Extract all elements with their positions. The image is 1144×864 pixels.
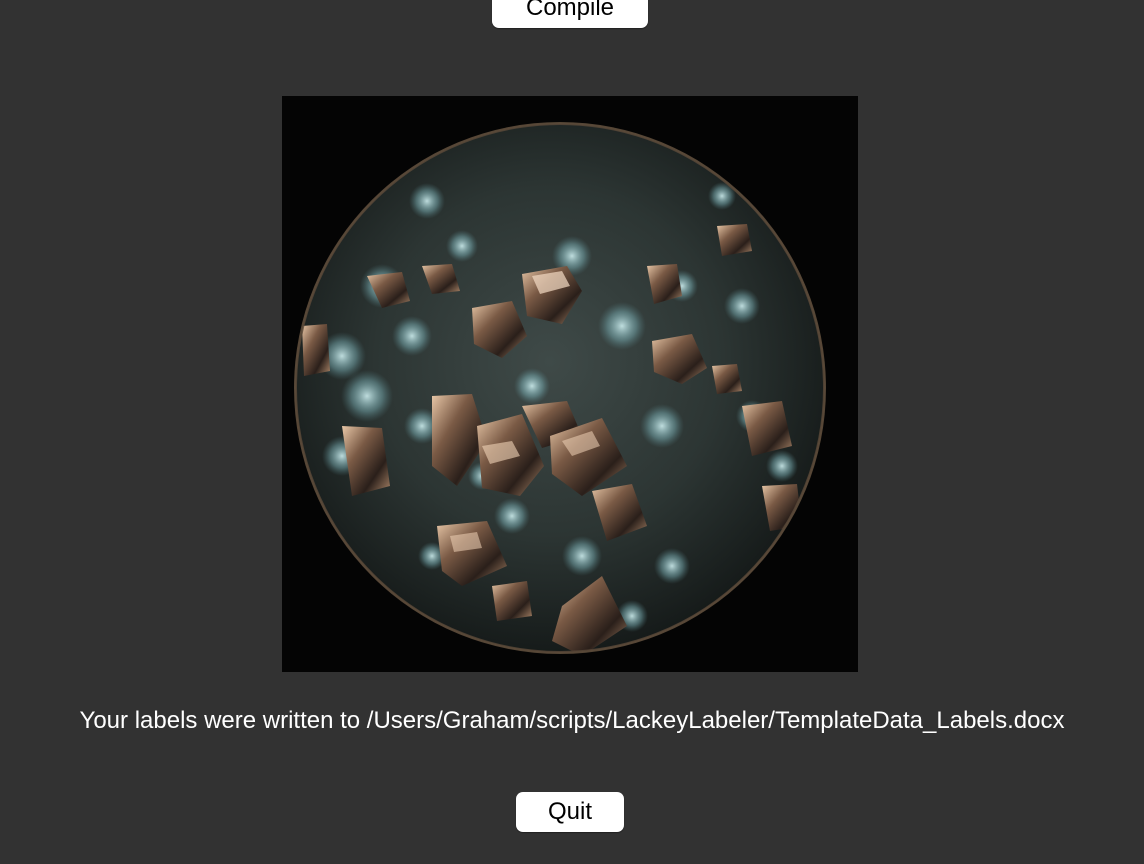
quit-button[interactable]: Quit	[516, 792, 624, 832]
crystal-microscope-image	[282, 96, 858, 672]
crystal-microscope-graphic	[282, 96, 858, 672]
app-window: Compile Your labels were written to /Use…	[0, 0, 1144, 864]
status-message: Your labels were written to /Users/Graha…	[79, 707, 1065, 734]
compile-button[interactable]: Compile	[492, 0, 648, 28]
